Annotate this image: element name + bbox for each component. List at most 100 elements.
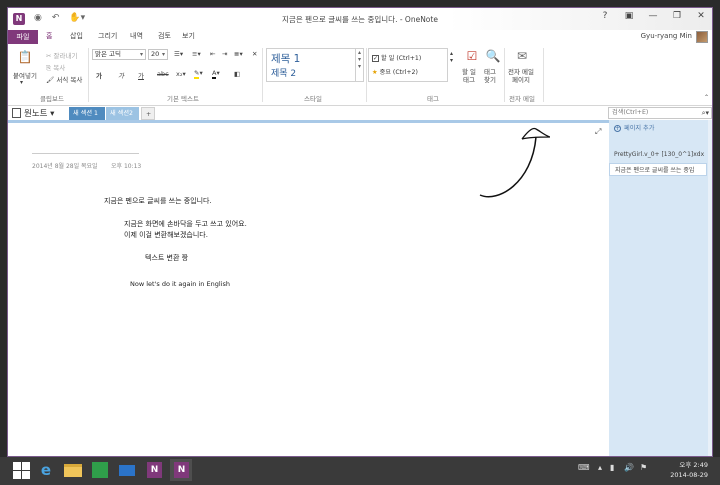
section-tab-2[interactable]: 새 섹션2 — [106, 107, 139, 120]
align-icon[interactable]: ≣▾ — [234, 50, 243, 58]
mail-icon[interactable] — [116, 459, 138, 481]
ribbon-display-icon[interactable]: ▣ — [622, 11, 636, 21]
find-tags-button[interactable]: 태그 찾기 — [484, 68, 496, 84]
tags-group-label: 태그 — [427, 95, 439, 103]
tag-todo-label: 할 일 (Ctrl+1) — [381, 55, 422, 62]
taskbar: e N N ⌨ ▴ ▮ 🔊 ⚑ 오후 2:49 2014-08-29 — [0, 457, 720, 485]
bold-button[interactable]: 가 — [96, 70, 102, 80]
clear-format-icon[interactable]: ✕ — [252, 50, 257, 58]
basic-text-group-label: 기본 텍스트 — [167, 95, 199, 103]
page-title-area[interactable] — [32, 153, 139, 154]
tag-todo[interactable]: ✓ 할 일 (Ctrl+1) — [372, 53, 421, 62]
full-page-view-icon[interactable]: ⤢ — [595, 127, 601, 137]
ink-arrow-shaft — [479, 136, 537, 198]
tab-view[interactable]: 보기 — [182, 31, 195, 41]
page-list-item[interactable]: PrettyGirl.v_0+ [130_0^1]xdx — [614, 151, 704, 158]
note-line[interactable]: Now let's do it again in English — [130, 280, 230, 288]
underline-button[interactable]: 가 — [138, 70, 144, 80]
indent-icon[interactable]: ⇥ — [222, 50, 227, 58]
format-painter-button[interactable]: 🖌 서식 복사 — [46, 74, 82, 84]
paste-icon[interactable]: 📋 — [16, 50, 34, 66]
paragraph-icon[interactable]: ◧ — [234, 70, 240, 78]
style-heading2[interactable]: 제목 2 — [271, 66, 296, 79]
tab-history[interactable]: 내역 — [130, 31, 143, 41]
minimize-button[interactable]: — — [646, 11, 660, 21]
store-icon[interactable] — [89, 459, 111, 481]
note-line[interactable]: 지금은 펜으로 글씨를 쓰는 중입니다. — [104, 196, 212, 206]
divider — [262, 48, 263, 102]
notebook-name: 원노트 — [24, 109, 48, 119]
volume-icon[interactable]: 🔊 — [624, 463, 634, 472]
checkbox-icon: ✓ — [372, 55, 379, 62]
copy-button[interactable]: ⎘ 복사 — [46, 62, 65, 73]
font-name-select[interactable]: 맑은 고딕 — [92, 49, 146, 60]
styles-gallery-scroll[interactable]: ▴ ▾ ▾ — [356, 48, 364, 82]
ink-stroke-arrow[interactable] — [470, 123, 550, 203]
note-line[interactable]: 텍스트 변환 짱 — [145, 253, 188, 263]
action-center-icon[interactable]: ⚑ — [640, 463, 647, 472]
tab-insert[interactable]: 삽입 — [70, 31, 83, 41]
paste-button[interactable]: 붙여넣기 — [13, 70, 37, 80]
tags-gallery-scroll[interactable]: ▴ ▾ — [450, 50, 453, 64]
star-icon: ★ — [372, 69, 378, 76]
windows-start-icon[interactable] — [11, 459, 33, 481]
search-icon[interactable]: ⌕▾ — [702, 108, 709, 118]
onenote-app-icon[interactable]: N — [143, 459, 165, 481]
tags-gallery[interactable]: ✓ 할 일 (Ctrl+1) ★ 중요 (Ctrl+2) — [368, 48, 448, 82]
format-painter-label: 서식 복사 — [56, 76, 83, 84]
tab-review[interactable]: 검토 — [158, 31, 171, 41]
paste-dropdown-icon[interactable]: ▾ — [20, 79, 23, 86]
network-icon[interactable]: ▮ — [610, 463, 614, 472]
page-date: 2014년 8월 28일 목요일 — [32, 163, 98, 170]
subscript-icon[interactable]: x₂▾ — [176, 70, 186, 78]
add-section-button[interactable]: + — [141, 107, 155, 120]
restore-button[interactable]: ❐ — [670, 11, 684, 21]
numbering-icon[interactable]: ≡▾ — [192, 50, 201, 58]
todo-tag-icon: ☑ — [466, 49, 478, 63]
page-list-item-selected[interactable]: 지금은 펜으로 글씨를 쓰는 중입 — [609, 163, 707, 176]
cut-button[interactable]: ✂ 잘라내기 — [46, 50, 77, 60]
email-page-button[interactable]: 전자 메일 페이지 — [508, 68, 534, 84]
help-button[interactable]: ? — [598, 11, 612, 21]
strikethrough-icon[interactable]: abc — [157, 70, 169, 78]
close-button[interactable]: ✕ — [694, 11, 708, 21]
user-name[interactable]: Gyu-ryang Min — [641, 32, 692, 40]
styles-gallery[interactable]: 제목 1 제목 2 — [266, 48, 356, 82]
tag-important-label: 중요 (Ctrl+2) — [379, 69, 418, 76]
clipboard-group-label: 클립보드 — [40, 95, 64, 103]
clock-date: 2014-08-29 — [670, 471, 708, 479]
note-line[interactable]: 이제 이걸 변환해보겠습니다. — [124, 230, 208, 240]
keyboard-icon[interactable]: ⌨ — [578, 463, 590, 472]
style-heading1[interactable]: 제목 1 — [271, 51, 300, 66]
note-line[interactable]: 지금은 화면에 손바닥을 두고 쓰고 있어요. — [124, 219, 247, 229]
section-bar: 원노트 ▾ 새 섹션 1 새 섹션2 + 검색(Ctrl+E) ⌕▾ — [8, 106, 712, 120]
tag-important[interactable]: ★ 중요 (Ctrl+2) — [372, 67, 418, 76]
highlight-icon[interactable]: ✎▾ — [194, 69, 203, 79]
add-page-button[interactable]: + 페이지 추가 — [609, 123, 712, 135]
plus-icon: + — [614, 125, 621, 132]
search-input[interactable]: 검색(Ctrl+E) ⌕▾ — [608, 107, 712, 119]
bullets-icon[interactable]: ☰▾ — [174, 50, 183, 58]
tab-file[interactable]: 파일 — [8, 30, 38, 44]
system-clock[interactable]: 오후 2:49 2014-08-29 — [670, 460, 708, 480]
section-tab-1[interactable]: 새 섹션 1 — [69, 107, 105, 120]
internet-explorer-icon[interactable]: e — [35, 459, 57, 481]
italic-button[interactable]: 가 — [118, 70, 124, 80]
font-size-select[interactable]: 20 — [148, 49, 168, 60]
font-color-icon[interactable]: A▾ — [212, 69, 220, 79]
file-explorer-icon[interactable] — [62, 459, 84, 481]
ribbon-tabs: 파일 홈 삽입 그리기 내역 검토 보기 Gyu-ryang Min — [8, 30, 712, 44]
page-canvas[interactable]: ⤢ 2014년 8월 28일 목요일 오후 10:13 지금은 펜으로 글씨를 … — [8, 123, 606, 456]
avatar[interactable] — [696, 31, 708, 43]
tray-expand-icon[interactable]: ▴ — [598, 463, 602, 472]
page-pane-scrollbar[interactable] — [708, 120, 712, 456]
search-placeholder: 검색(Ctrl+E) — [612, 109, 649, 116]
tab-draw[interactable]: 그리기 — [98, 31, 117, 41]
tab-home[interactable]: 홈 — [46, 31, 52, 41]
collapse-ribbon-icon[interactable]: ⌃ — [704, 94, 709, 101]
outdent-icon[interactable]: ⇤ — [210, 50, 215, 58]
onenote-desktop-icon[interactable]: N — [170, 459, 192, 481]
page-list-pane: + 페이지 추가 PrettyGirl.v_0+ [130_0^1]xdx 지금은… — [609, 120, 712, 456]
todo-tag-button[interactable]: 할 일 태그 — [462, 68, 476, 84]
notebook-selector[interactable]: 원노트 ▾ — [12, 107, 54, 119]
